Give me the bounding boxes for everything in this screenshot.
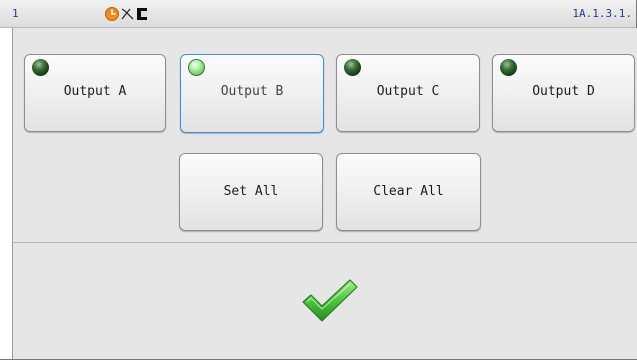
output-b-button[interactable]: Output B <box>180 54 324 133</box>
output-a-label: Output A <box>63 84 127 99</box>
screen-number: 1 <box>12 7 19 20</box>
led-indicator-icon <box>344 59 361 76</box>
clock-icon <box>105 7 119 21</box>
output-c-label: Output C <box>376 84 440 99</box>
output-c-button[interactable]: Output C <box>336 54 480 132</box>
version-label: 1A.1.3.1. <box>572 7 632 20</box>
panel-icon <box>137 8 147 20</box>
divider <box>13 242 637 243</box>
output-d-button[interactable]: Output D <box>492 54 635 132</box>
led-indicator-icon <box>500 59 517 76</box>
clear-all-button[interactable]: Clear All <box>336 153 481 231</box>
output-b-label: Output B <box>220 84 284 99</box>
signal-icon <box>121 8 134 20</box>
led-indicator-icon <box>188 59 205 76</box>
output-a-button[interactable]: Output A <box>24 54 166 132</box>
main-panel: Output A Output B Output C Output D Set … <box>12 28 637 359</box>
output-d-label: Output D <box>532 84 595 99</box>
status-icons <box>105 7 147 21</box>
led-indicator-icon <box>32 59 49 76</box>
checkmark-icon[interactable] <box>301 278 359 324</box>
clear-all-label: Clear All <box>373 184 444 199</box>
title-bar: 1 1A.1.3.1. <box>0 0 636 28</box>
set-all-button[interactable]: Set All <box>179 153 323 231</box>
set-all-label: Set All <box>223 184 279 199</box>
